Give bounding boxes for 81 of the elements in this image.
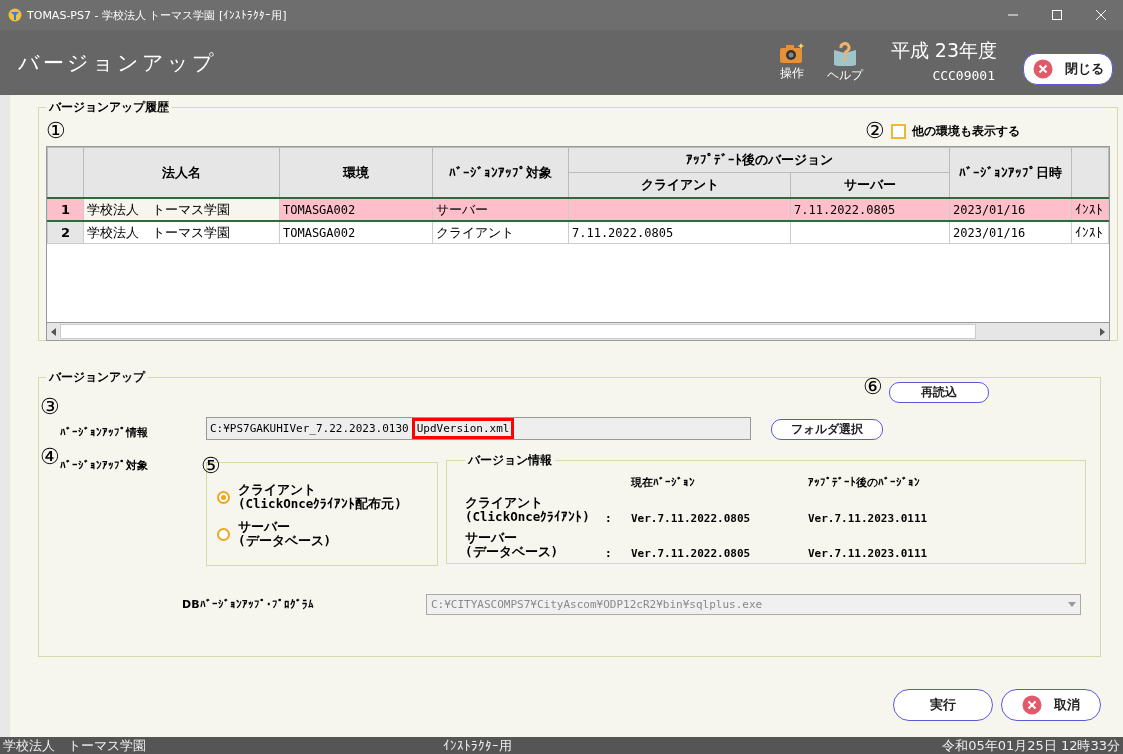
close-button[interactable]: 閉じる — [1023, 52, 1113, 85]
toolbar-button[interactable]: 操作 — [778, 41, 805, 84]
checkbox[interactable] — [891, 123, 906, 139]
version-text: Ver.7.11.2022.0805 — [631, 546, 752, 560]
status-text: ｲﾝｽﾄﾗｸﾀｰ用 — [443, 736, 513, 754]
status-text: 学校法人 トーマス学園 — [3, 736, 147, 754]
table-cell: ｲﾝｽﾄ — [1071, 221, 1109, 244]
annotation-number: ⑤ — [201, 455, 221, 477]
field-label: ﾊﾞｰｼﾞｮﾝｱｯﾌﾟ対象 — [59, 458, 149, 473]
version-text: Ver.7.11.2023.0111 — [808, 511, 929, 525]
execute-button[interactable]: 実行 — [893, 689, 993, 721]
version-text: Ver.7.11.2023.0111 — [808, 546, 929, 560]
radio-label: サーバー (データベース) — [238, 519, 332, 549]
column-header[interactable]: ｱｯﾌﾟﾃﾞｰﾄ後のバージョン — [568, 147, 950, 173]
window-title: TOMAS-PS7 - 学校法人 トーマス学園 [ｲﾝｽﾄﾗｸﾀｰ用] — [27, 7, 288, 23]
table-cell: 7.11.2022.0805 — [790, 198, 950, 221]
annotation-number: ③ — [40, 396, 60, 418]
version-row-label: サーバー (データベース) — [465, 530, 560, 560]
radio-label: クライアント (ClickOnceｸﾗｲｱﾝﾄ配布元) — [238, 483, 402, 512]
table-cell: 7.11.2022.0805 — [568, 221, 791, 244]
file-name-text: UpdVersion.xml — [414, 421, 512, 436]
radio-button[interactable] — [217, 490, 230, 504]
table-cell: ｲﾝｽﾄ — [1071, 198, 1109, 221]
path-text: C:¥PS7GAKUHIVer_7.22.2023.0130 — [209, 422, 409, 435]
column-label: ｱｯﾌﾟﾃﾞｰﾄ後のﾊﾞｰｼﾞｮﾝ — [808, 475, 921, 490]
camera-icon — [778, 41, 805, 64]
dropdown-arrow-icon — [1068, 601, 1076, 608]
folder-select-button[interactable]: フォルダ選択 — [771, 419, 883, 440]
separator-text: : — [605, 511, 613, 525]
grid-corner — [47, 147, 84, 198]
group-title: バージョンアップ履歴 — [48, 99, 170, 116]
table-cell: TOMASGA002 — [279, 221, 433, 244]
scroll-right-icon — [1098, 326, 1106, 337]
close-circle-icon — [1022, 695, 1042, 715]
close-icon — [1096, 10, 1106, 20]
annotation-number: ④ — [40, 446, 60, 468]
status-text: 令和05年01月25日 12時33分 — [942, 736, 1120, 754]
code-text: CCC09001 — [932, 68, 995, 83]
column-header[interactable]: 法人名 — [83, 147, 280, 198]
table-cell: クライアント — [432, 221, 569, 244]
separator-text: : — [605, 546, 613, 560]
scroll-left-icon — [50, 326, 58, 337]
group-title: バージョン情報 — [467, 452, 553, 469]
annotation-number: ② — [865, 120, 885, 142]
column-label: 現在ﾊﾞｰｼﾞｮﾝ — [631, 475, 696, 490]
table-cell: サーバー — [432, 198, 569, 221]
version-row-label: クライアント (ClickOnceｸﾗｲｱﾝﾄ) — [465, 496, 591, 525]
annotation-number: ⑥ — [863, 376, 883, 398]
table-cell: 2023/01/16 — [949, 198, 1072, 221]
table-cell: TOMASGA002 — [279, 198, 433, 221]
app-logo-icon — [8, 8, 22, 22]
horizontal-scrollbar[interactable] — [46, 322, 1110, 341]
annotation-number: ① — [46, 120, 66, 142]
version-text: Ver.7.11.2022.0805 — [631, 511, 752, 525]
table-cell: 学校法人 トーマス学園 — [83, 221, 280, 244]
path-field[interactable]: C:¥PS7GAKUHIVer_7.22.2023.0130 UpdVersion.xml — [206, 417, 751, 440]
cancel-button[interactable]: 取消 — [1001, 689, 1101, 721]
column-header[interactable]: 環境 — [279, 147, 433, 198]
maximize-icon — [1052, 10, 1062, 20]
group-title: バージョンアップ — [48, 369, 147, 386]
column-header[interactable]: ﾊﾞｰｼﾞｮﾝｱｯﾌﾟ対象 — [432, 147, 569, 198]
page-title: バージョンアップ — [18, 49, 218, 77]
field-label: ﾊﾞｰｼﾞｮﾝｱｯﾌﾟ情報 — [59, 425, 149, 440]
radio-button[interactable] — [217, 527, 230, 541]
table-row[interactable]: 1 学校法人 トーマス学園 TOMASGA002 サーバー 7.11.2022.0805 2023/01/16 ｲﾝｽﾄ — [47, 198, 1109, 221]
close-circle-icon — [1032, 58, 1053, 79]
fiscal-year-text: 平成 23年度 — [890, 38, 997, 63]
field-label: DBﾊﾞｰｼﾞｮﾝｱｯﾌﾟ･ﾌﾟﾛｸﾞﾗﾑ — [182, 598, 314, 611]
column-header[interactable]: サーバー — [790, 172, 950, 198]
column-header[interactable] — [1071, 147, 1109, 198]
checkbox-label: 他の環境も表示する — [912, 122, 1020, 140]
table-cell: 学校法人 トーマス学園 — [83, 198, 280, 221]
reload-button[interactable]: 再読込 — [889, 382, 989, 403]
row-number: 2 — [47, 221, 84, 244]
table-cell: 2023/01/16 — [949, 221, 1072, 244]
column-header[interactable]: ﾊﾞｰｼﾞｮﾝｱｯﾌﾟ日時 — [949, 147, 1072, 198]
column-header[interactable]: クライアント — [568, 172, 791, 198]
table-row[interactable]: 2 学校法人 トーマス学園 TOMASGA002 クライアント 7.11.2022.0805 2023/01/16 ｲﾝｽﾄ — [47, 221, 1109, 244]
toolbar-button[interactable]: ヘルプ — [826, 41, 863, 84]
row-number: 1 — [47, 198, 84, 221]
help-book-icon — [831, 41, 858, 66]
